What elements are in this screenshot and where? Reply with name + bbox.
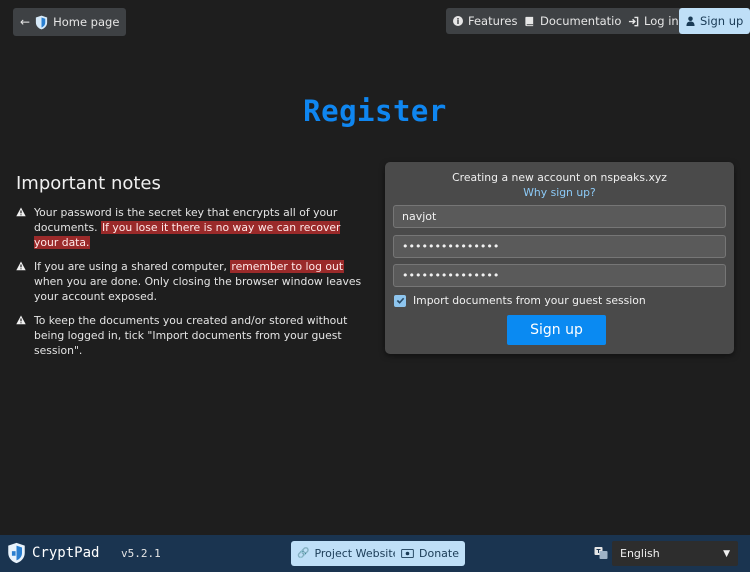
warning-icon (16, 261, 26, 271)
cryptpad-logo-icon (8, 542, 25, 564)
note-text: If you are using a shared computer, reme… (34, 259, 368, 304)
link-icon: 🔗 (297, 548, 310, 559)
features-button[interactable]: i Features (446, 8, 525, 34)
user-icon (686, 16, 695, 26)
note-text-plain: If you are using a shared computer, (34, 260, 231, 273)
warning-icon (16, 207, 26, 217)
version-label: v5.2.1 (121, 547, 161, 560)
donate-button[interactable]: Donate (395, 541, 465, 566)
home-page-button[interactable]: ← Home page (13, 8, 127, 36)
project-website-label: Project Website (314, 547, 400, 560)
confirm-password-input[interactable] (393, 264, 726, 287)
donate-label: Donate (419, 547, 459, 560)
page-title: Register (303, 94, 447, 128)
note-item: If you are using a shared computer, reme… (16, 259, 368, 304)
chevron-down-icon: ▼ (723, 548, 730, 559)
note-text-plain: To keep the documents you created and/or… (34, 314, 348, 357)
sign-up-top-label: Sign up (700, 14, 744, 28)
documentation-button[interactable]: Documentation (517, 8, 636, 34)
top-navigation: ← Home page i Features Documentation Log… (13, 8, 750, 36)
info-circle-icon: i (453, 16, 463, 26)
cryptpad-shield-icon (35, 15, 48, 29)
footer: CryptPad v5.2.1 🔗 Project Website Donate… (0, 535, 750, 572)
import-documents-option[interactable]: Import documents from your guest session (394, 294, 646, 307)
important-notes: Important notes Your password is the sec… (16, 173, 368, 367)
features-label: Features (468, 14, 518, 28)
register-form-card: Creating a new account on nspeaks.xyz Wh… (385, 162, 734, 354)
language-icon (594, 547, 608, 559)
import-documents-label: Import documents from your guest session (413, 294, 646, 307)
home-page-label: Home page (53, 15, 120, 29)
book-icon (525, 16, 534, 26)
sign-up-top-button[interactable]: Sign up (679, 8, 750, 34)
sign-up-submit-button[interactable]: Sign up (507, 315, 606, 345)
log-in-button[interactable]: Log in (621, 8, 686, 34)
note-text: To keep the documents you created and/or… (34, 313, 368, 358)
note-item: To keep the documents you created and/or… (16, 313, 368, 358)
username-input[interactable] (393, 205, 726, 228)
note-text: Your password is the secret key that enc… (34, 205, 368, 250)
documentation-label: Documentation (540, 14, 629, 28)
why-sign-up-link[interactable]: Why sign up? (385, 186, 734, 199)
brand-name: CryptPad (32, 545, 100, 561)
notes-heading: Important notes (16, 173, 161, 194)
warning-icon (16, 315, 26, 325)
form-heading: Creating a new account on nspeaks.xyz (452, 171, 667, 184)
language-select[interactable]: English ▼ (612, 541, 738, 566)
arrow-left-icon: ← (20, 15, 31, 29)
note-text-plain: when you are done. Only closing the brow… (34, 275, 362, 303)
import-documents-checkbox[interactable] (394, 294, 406, 307)
note-item: Your password is the secret key that enc… (16, 205, 368, 250)
sign-in-icon (628, 16, 639, 26)
language-selected: English (620, 547, 660, 560)
money-icon (401, 549, 414, 558)
password-input[interactable] (393, 235, 726, 258)
checkmark-icon (396, 297, 404, 304)
log-in-label: Log in (644, 14, 679, 28)
project-website-button[interactable]: 🔗 Project Website (291, 541, 406, 566)
note-text-highlight: remember to log out (230, 260, 345, 273)
